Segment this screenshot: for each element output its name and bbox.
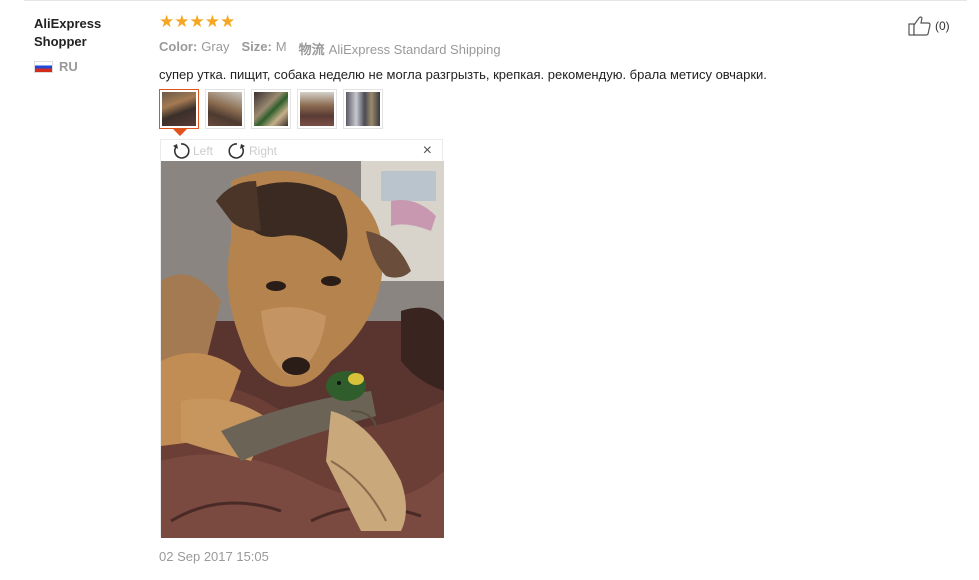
rotate-left-label: Left [193,144,214,158]
photo-thumbnail[interactable] [159,89,199,129]
review-date: 02 Sep 2017 15:05 [159,549,269,564]
reviewer-name: AliExpress Shopper [34,16,102,49]
close-viewer-button[interactable]: × [423,143,432,159]
photo-thumbnail[interactable] [343,89,383,129]
review-text: супер утка. пищит, собака неделю не могл… [159,67,767,82]
reviewer-info: AliExpress Shopper RU [34,15,144,74]
shipping-value: AliExpress Standard Shipping [328,42,501,57]
rotate-left-button[interactable]: Left [171,141,213,161]
thumbnail-image [300,92,334,126]
size-attribute: Size: M [241,39,286,58]
rotate-right-label: Right [249,144,278,158]
photo-viewer: Left Right × [160,139,444,538]
purchase-attributes: Color: Gray Size: M 物流 AliExpress Standard … [159,39,919,58]
dog-photo-image [161,161,444,538]
color-label: Color: [159,39,198,54]
thumbnail-image [346,92,380,126]
thumbs-up-icon [908,16,931,36]
photo-thumbnails [159,89,383,129]
rotate-left-icon [173,143,190,159]
photo-thumbnail[interactable] [297,89,337,129]
helpful-button[interactable]: (0) [908,15,950,37]
helpful-count: (0) [935,19,950,33]
thumbnail-image [162,92,196,126]
divider [24,0,967,1]
russia-flag-icon [34,60,53,73]
shipping-attribute: 物流 AliExpress Standard Shipping [299,39,501,58]
star-rating: ★★★★★ [159,12,236,31]
size-value: M [275,39,287,54]
size-label: Size: [241,39,272,54]
viewer-toolbar: Left Right × [161,140,442,161]
photo-thumbnail[interactable] [205,89,245,129]
rotate-right-button[interactable]: Right [227,141,277,161]
active-thumbnail-pointer [173,129,187,136]
review-content: ★★★★★ Color: Gray Size: M 物流 AliExpress Sta… [159,12,919,83]
shipping-label: 物流 [298,42,325,57]
country-code: RU [59,59,78,74]
photo-thumbnail[interactable] [251,89,291,129]
reviewer-country: RU [34,59,144,74]
thumbnail-image [254,92,288,126]
review-photo [161,161,444,538]
color-value: Gray [201,39,230,54]
thumbnail-image [208,92,242,126]
color-attribute: Color: Gray [159,39,229,58]
rotate-right-icon [228,143,245,159]
